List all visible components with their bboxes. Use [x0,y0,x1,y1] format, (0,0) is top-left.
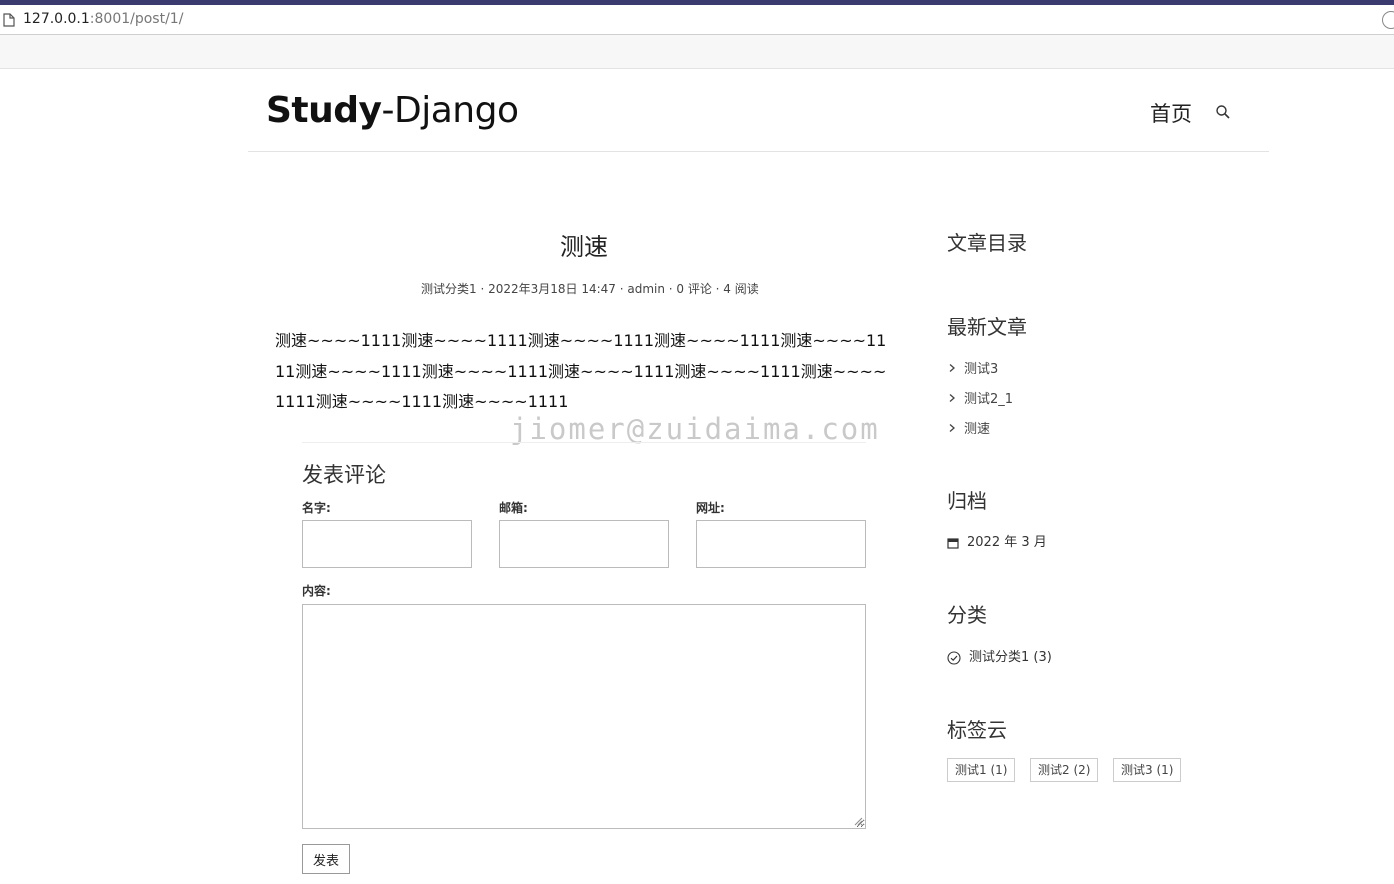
recent-post-item[interactable]: 测试3 [947,358,998,377]
nav-home-link[interactable]: 首页 [1150,98,1192,128]
page-icon [3,13,15,27]
post-body: 测速~~~~1111测速~~~~1111测速~~~~1111测速~~~~1111… [275,331,887,411]
recent-post-label: 测试3 [964,362,999,377]
comment-divider [302,442,866,443]
toc-widget-title: 文章目录 [947,231,1027,255]
category-item[interactable]: 测试分类1 (3) [947,646,1052,665]
logo-part-django: -Django [381,90,519,131]
recent-post-label: 测速 [964,422,991,437]
post-meta: 测试分类1 · 2022年3月18日 14:47 · admin · 0 评论 … [421,282,759,296]
chevron-right-icon [949,364,955,372]
recent-posts-title: 最新文章 [947,315,1027,339]
site-logo[interactable]: Study-Django [266,90,519,131]
tag-item[interactable]: 测试2 (2) [1030,758,1099,782]
url-label: 网址: [696,501,725,515]
content-label: 内容: [302,584,331,598]
address-bar-edge-icon [1382,11,1394,29]
category-item-label: 测试分类1 (3) [969,650,1052,665]
watermark: jiomer@zuidaima.com [510,412,880,446]
search-icon[interactable] [1215,104,1231,120]
resize-grip-icon[interactable] [852,815,863,826]
chevron-right-icon [949,424,955,432]
submit-comment-button[interactable]: 发表 [302,844,350,874]
address-bar[interactable]: 127.0.0.1:8001/post/1/ [0,5,1394,35]
chevron-right-icon [949,394,955,402]
tag-item[interactable]: 测试3 (1) [1113,758,1182,782]
email-field[interactable] [499,520,669,568]
comment-form-title: 发表评论 [302,463,386,487]
archive-item[interactable]: 2022 年 3 月 [947,531,1047,550]
check-circle-icon [947,650,961,665]
url-field[interactable] [696,520,866,568]
recent-post-item[interactable]: 测试2_1 [947,388,1013,407]
recent-post-label: 测试2_1 [964,392,1014,407]
email-label: 邮箱: [499,501,528,515]
url-path: :8001/post/1/ [89,11,184,27]
name-field[interactable] [302,520,472,568]
category-widget-title: 分类 [947,603,987,627]
name-label: 名字: [302,501,331,515]
url-host: 127.0.0.1 [23,11,90,27]
tag-cloud-title: 标签云 [947,718,1007,742]
archive-item-label: 2022 年 3 月 [967,535,1047,550]
site-header: Study-Django 首页 [248,70,1269,152]
url-text[interactable]: 127.0.0.1:8001/post/1/ [23,11,183,27]
archive-widget-title: 归档 [947,489,987,513]
tag-item[interactable]: 测试1 (1) [947,758,1016,782]
bookmark-bar [0,35,1394,69]
recent-post-item[interactable]: 测速 [947,418,990,437]
calendar-icon [947,537,959,549]
post-title: 测速 [560,233,608,261]
logo-part-study: Study [266,90,382,131]
content-textarea[interactable] [302,604,866,829]
